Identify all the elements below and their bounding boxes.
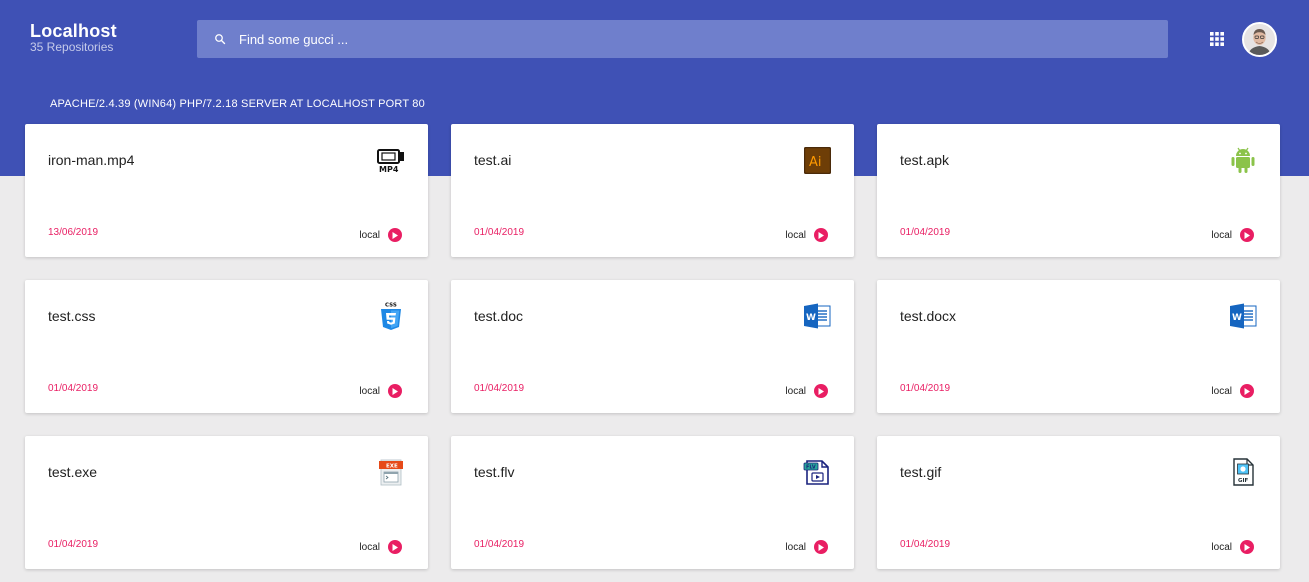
- file-date: 01/04/2019: [900, 539, 951, 550]
- open-source-button[interactable]: local: [785, 540, 828, 554]
- play-icon[interactable]: [1240, 228, 1254, 242]
- open-source-button[interactable]: local: [359, 228, 402, 242]
- svg-text:W: W: [1232, 313, 1242, 323]
- file-card[interactable]: iron-man.mp4 MP4 13/06/2019 local: [25, 124, 428, 257]
- file-name: test.ai: [474, 152, 512, 168]
- source-label: local: [785, 385, 806, 397]
- open-source-button[interactable]: local: [785, 384, 828, 398]
- source-label: local: [359, 385, 380, 397]
- file-date: 01/04/2019: [900, 383, 951, 394]
- word-icon: W: [802, 301, 832, 331]
- svg-text:GIF: GIF: [1238, 478, 1249, 484]
- source-label: local: [1211, 229, 1232, 241]
- css3-icon: CSS: [376, 301, 406, 331]
- play-icon[interactable]: [1240, 540, 1254, 554]
- open-source-button[interactable]: local: [1211, 384, 1254, 398]
- source-label: local: [359, 229, 380, 241]
- source-label: local: [785, 229, 806, 241]
- svg-text:EXE: EXE: [386, 464, 398, 470]
- svg-text:MP4: MP4: [379, 165, 399, 173]
- open-source-button[interactable]: local: [359, 540, 402, 554]
- file-card[interactable]: test.apk 01/04/2019 local: [877, 124, 1280, 257]
- file-name: test.gif: [900, 464, 942, 480]
- play-icon[interactable]: [388, 540, 402, 554]
- file-card[interactable]: test.flv FLV 01/04/2019 local: [451, 436, 854, 569]
- file-name: iron-man.mp4: [48, 152, 135, 168]
- play-icon[interactable]: [1240, 384, 1254, 398]
- file-card[interactable]: test.ai Ai 01/04/2019 local: [451, 124, 854, 257]
- word-icon: W: [1228, 301, 1258, 331]
- file-name: test.doc: [474, 308, 524, 324]
- play-icon[interactable]: [814, 228, 828, 242]
- exe-icon: EXE: [376, 457, 406, 487]
- play-icon[interactable]: [388, 228, 402, 242]
- file-date: 01/04/2019: [474, 383, 525, 394]
- file-date: 01/04/2019: [474, 539, 525, 550]
- file-date: 01/04/2019: [48, 539, 99, 550]
- source-label: local: [1211, 541, 1232, 553]
- gif-icon: GIF: [1228, 457, 1258, 487]
- illustrator-icon: Ai: [802, 145, 832, 175]
- file-name: test.css: [48, 308, 96, 324]
- svg-text:W: W: [806, 313, 816, 323]
- source-label: local: [785, 541, 806, 553]
- mp4-icon: MP4: [376, 145, 406, 175]
- source-label: local: [359, 541, 380, 553]
- file-date: 01/04/2019: [48, 383, 99, 394]
- file-name: test.apk: [900, 152, 950, 168]
- file-name: test.flv: [474, 464, 515, 480]
- source-label: local: [1211, 385, 1232, 397]
- svg-text:CSS: CSS: [385, 303, 397, 309]
- file-card[interactable]: test.exe EXE 01/04/2019 local: [25, 436, 428, 569]
- open-source-button[interactable]: local: [1211, 228, 1254, 242]
- open-source-button[interactable]: local: [1211, 540, 1254, 554]
- file-card[interactable]: test.css CSS 01/04/2019 local: [25, 280, 428, 413]
- android-icon: [1228, 145, 1258, 175]
- play-icon[interactable]: [814, 540, 828, 554]
- open-source-button[interactable]: local: [359, 384, 402, 398]
- file-name: test.exe: [48, 464, 98, 480]
- play-icon[interactable]: [388, 384, 402, 398]
- file-card[interactable]: test.docx W 01/04/2019 local: [877, 280, 1280, 413]
- play-icon[interactable]: [814, 384, 828, 398]
- flv-icon: FLV: [802, 457, 832, 487]
- open-source-button[interactable]: local: [785, 228, 828, 242]
- file-date: 01/04/2019: [900, 227, 951, 238]
- file-date: 01/04/2019: [474, 227, 525, 238]
- file-card[interactable]: test.gif GIF 01/04/2019 local: [877, 436, 1280, 569]
- file-grid: iron-man.mp4 MP4 13/06/2019 local test.a…: [0, 0, 1309, 582]
- file-card[interactable]: test.doc W 01/04/2019 local: [451, 280, 854, 413]
- file-name: test.docx: [900, 308, 957, 324]
- svg-text:Ai: Ai: [809, 155, 822, 170]
- svg-text:FLV: FLV: [806, 465, 816, 471]
- file-date: 13/06/2019: [48, 227, 99, 238]
